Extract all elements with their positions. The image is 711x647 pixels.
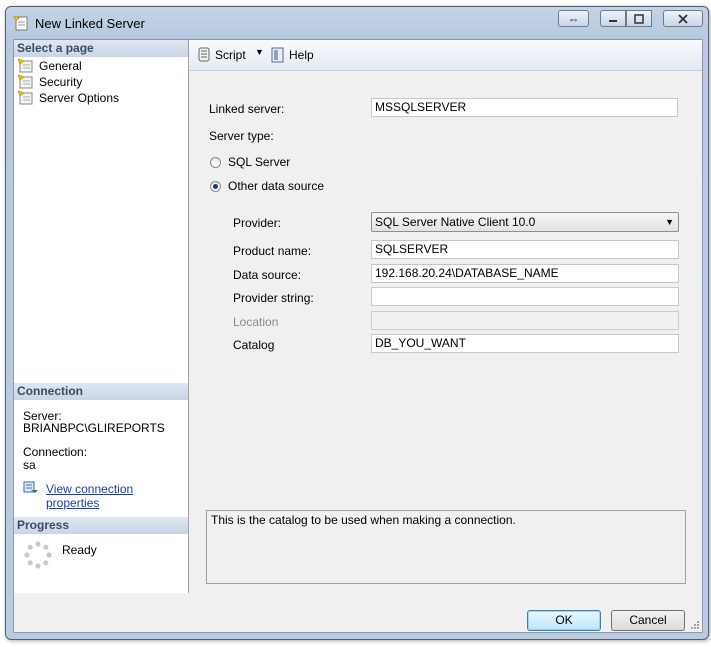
view-connection-properties-link[interactable]: View connection properties — [46, 482, 188, 510]
catalog-label: Catalog — [233, 338, 275, 352]
provider-string-input[interactable] — [371, 287, 679, 306]
close-icon — [678, 13, 688, 24]
data-source-label: Data source: — [233, 268, 302, 282]
dialog-window: New Linked Server ⇔ Select a page Genera… — [5, 6, 709, 640]
resize-arrows-button[interactable]: ⇔ — [558, 10, 589, 27]
provider-select[interactable]: SQL Server Native Client 10.0 ▼ — [371, 212, 679, 232]
page-icon — [18, 75, 33, 89]
page-icon — [18, 59, 33, 73]
description-text: This is the catalog to be used when maki… — [211, 513, 516, 527]
maximize-icon — [634, 13, 644, 24]
help-label: Help — [289, 48, 314, 62]
product-name-label: Product name: — [233, 244, 312, 258]
resize-arrows-icon: ⇔ — [567, 11, 580, 26]
provider-label: Provider: — [233, 216, 282, 230]
linked-server-icon — [13, 15, 28, 31]
title-bar[interactable]: New Linked Server ⇔ — [6, 7, 708, 39]
provider-string-label: Provider string: — [233, 291, 314, 305]
progress-status: Ready — [62, 543, 97, 557]
connection-properties-icon — [23, 481, 38, 493]
help-button[interactable]: Help — [270, 47, 314, 63]
catalog-input[interactable]: DB_YOU_WANT — [371, 334, 679, 353]
chevron-down-icon: ▼ — [255, 47, 264, 57]
minimize-icon — [609, 19, 617, 22]
resize-grip-icon[interactable] — [690, 620, 700, 630]
provider-selected-value: SQL Server Native Client 10.0 — [375, 215, 536, 229]
page-item-general[interactable]: General — [18, 58, 82, 74]
window-title: New Linked Server — [35, 16, 145, 31]
help-icon — [271, 47, 284, 63]
progress-header: Progress — [14, 517, 188, 534]
dialog-client-area: Select a page General Security Server Op… — [13, 39, 703, 633]
page-item-label: Security — [39, 75, 83, 89]
script-icon — [198, 47, 210, 62]
location-label: Location — [233, 315, 279, 329]
radio-button-unchecked — [210, 156, 221, 168]
page-item-label: Server Options — [39, 91, 120, 105]
description-panel: This is the catalog to be used when maki… — [206, 510, 686, 584]
page-icon — [18, 91, 33, 105]
radio-button-checked — [210, 180, 221, 192]
page-item-label: General — [39, 59, 82, 73]
progress-spinner-icon — [24, 541, 52, 569]
page-item-server-options[interactable]: Server Options — [18, 90, 119, 106]
linked-server-label: Linked server: — [209, 102, 285, 116]
data-source-input[interactable]: 192.168.20.24\DATABASE_NAME — [371, 264, 679, 283]
page-item-security[interactable]: Security — [18, 74, 82, 90]
maximize-button[interactable] — [626, 10, 652, 27]
script-dropdown-arrow[interactable]: ▼ — [255, 47, 264, 57]
cancel-button[interactable]: Cancel — [611, 610, 685, 631]
server-value: BRIANBPC\GLIREPORTS — [23, 421, 165, 435]
select-page-header: Select a page — [14, 40, 188, 57]
linked-server-input[interactable]: MSSQLSERVER — [371, 98, 678, 117]
script-button[interactable]: Script — [196, 47, 246, 63]
minimize-button[interactable] — [600, 10, 626, 27]
product-name-input[interactable]: SQLSERVER — [371, 240, 679, 259]
location-input — [371, 311, 679, 330]
ok-button[interactable]: OK — [527, 610, 601, 631]
radio-other-data-source[interactable]: Other data source — [210, 179, 324, 193]
radio-sql-server-label: SQL Server — [228, 155, 291, 169]
radio-other-label: Other data source — [228, 179, 325, 193]
connection-header: Connection — [14, 383, 188, 400]
toolbar: Script ▼ Help — [189, 40, 702, 71]
chevron-down-icon: ▼ — [665, 217, 674, 227]
close-button[interactable] — [663, 10, 703, 27]
server-type-label: Server type: — [209, 129, 274, 143]
right-pane: Script ▼ Help Linked server: MSSQLSERVER… — [189, 40, 702, 593]
connection-value: sa — [23, 458, 36, 472]
script-label: Script — [215, 48, 246, 62]
radio-sql-server[interactable]: SQL Server — [210, 155, 290, 169]
left-pane: Select a page General Security Server Op… — [14, 40, 189, 593]
